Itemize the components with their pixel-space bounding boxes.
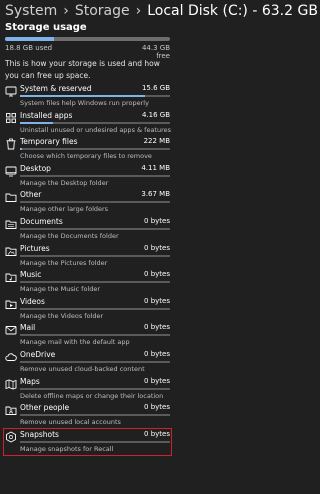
category-usage-bar (20, 387, 170, 390)
storage-category-system-reserved[interactable]: System & reserved 15.6 GB System files hel… (5, 84, 170, 110)
category-name: Videos (20, 296, 45, 306)
storage-category-onedrive[interactable]: OneDrive 0 bytes Remove unused cloud-backe… (5, 350, 170, 376)
category-description: Remove unused local accounts (20, 418, 121, 427)
category-usage-bar (20, 281, 170, 284)
storage-usage-bar (5, 37, 170, 41)
category-usage-bar (20, 254, 170, 257)
category-usage-bar (20, 307, 170, 310)
breadcrumb-current-drive: Local Disk (C:) - 63.2 GB (147, 3, 318, 19)
category-usage-bar (20, 361, 170, 363)
breadcrumb-system[interactable]: System (5, 3, 57, 19)
category-usage-bar (20, 121, 170, 124)
category-size: 3.67 MB (141, 190, 170, 199)
cloud-icon (5, 351, 17, 363)
category-name: Music (20, 270, 42, 280)
map-icon (5, 378, 17, 390)
category-name: OneDrive (20, 350, 56, 359)
category-name: Other (20, 190, 42, 200)
category-name: Installed apps (20, 110, 73, 120)
category-size: 0 bytes (144, 376, 170, 385)
category-description: Uninstall unused or undesired apps & fea… (20, 125, 172, 134)
snapshot-icon (5, 431, 17, 443)
category-size: 0 bytes (144, 296, 170, 305)
storage-category-other[interactable]: Other 3.67 MB Manage other large folders (5, 190, 170, 216)
category-size: 0 bytes (144, 243, 170, 252)
used-space-label: 18.8 GB used (5, 44, 53, 52)
mail-icon (5, 324, 17, 336)
chevron-right-icon: › (63, 3, 69, 19)
category-usage-bar (20, 414, 170, 417)
page-section-title: Storage usage (5, 22, 87, 33)
category-description: Remove unused cloud-backed content (20, 365, 145, 373)
category-usage-bar (20, 440, 170, 443)
category-usage-bar (20, 228, 170, 230)
category-size: 0 bytes (144, 270, 170, 279)
category-size: 15.6 GB (141, 84, 170, 92)
category-name: Desktop (20, 163, 51, 173)
category-name: Other people (20, 403, 70, 413)
monitor-icon (5, 85, 17, 97)
category-size: 0 bytes (144, 323, 170, 332)
category-name: Documents (20, 217, 63, 226)
category-name: Temporary files (20, 137, 78, 147)
storage-category-videos[interactable]: Videos 0 bytes Manage the Videos folder (5, 297, 170, 323)
trash-icon (5, 138, 17, 150)
storage-description: This is how your storage is used and how… (5, 59, 160, 80)
storage-category-mail[interactable]: Mail 0 bytes Manage mail with the default … (5, 323, 170, 349)
category-size: 4.11 MB (141, 163, 170, 172)
category-name: Maps (20, 376, 40, 386)
storage-category-desktop[interactable]: Desktop 4.11 MB Manage the Desktop folder (5, 164, 170, 190)
desktop-icon (5, 165, 17, 177)
category-usage-bar-fill (20, 95, 145, 97)
category-name: System & reserved (20, 84, 92, 93)
chevron-right-icon: › (135, 3, 142, 19)
people-icon (5, 404, 17, 416)
category-description: Delete offline maps or change their loca… (20, 391, 164, 400)
category-usage-bar (20, 174, 170, 177)
category-description: System files help Windows run properly (20, 99, 149, 107)
category-description: Choose which temporary files to remove (20, 152, 152, 161)
storage-category-temporary-files[interactable]: Temporary files 222 MB Choose which tempor… (5, 137, 170, 163)
documents-icon (5, 218, 17, 230)
category-usage-bar-fill (20, 148, 22, 151)
category-description: Manage the Music folder (20, 285, 101, 294)
storage-category-snapshots[interactable]: Snapshots 0 bytes Manage snapshots for Rec… (3, 427, 172, 456)
storage-category-maps[interactable]: Maps 0 bytes Delete offline maps or change… (5, 377, 170, 403)
category-usage-bar (20, 201, 170, 204)
storage-category-other-people[interactable]: Other people 0 bytes Remove unused local a… (5, 403, 170, 429)
category-usage-bar (20, 148, 170, 151)
pictures-icon (5, 245, 17, 257)
category-size: 0 bytes (144, 403, 170, 412)
category-usage-bar (20, 334, 170, 337)
category-name: Mail (20, 323, 36, 333)
storage-category-pictures[interactable]: Pictures 0 bytes Manage the Pictures folde… (5, 244, 170, 270)
category-description: Manage the Pictures folder (20, 258, 108, 267)
category-usage-bar-fill (20, 121, 53, 124)
category-name: Snapshots (20, 429, 59, 439)
music-icon (5, 271, 17, 283)
category-size: 0 bytes (144, 350, 170, 358)
category-description: Manage the Videos folder (20, 311, 104, 320)
category-description: Manage snapshots for Recall (20, 444, 114, 453)
storage-category-music[interactable]: Music 0 bytes Manage the Music folder (5, 270, 170, 296)
category-usage-bar (20, 95, 170, 97)
breadcrumb: System › Storage › Local Disk (C:) - 63.… (5, 2, 318, 20)
category-description: Manage the Desktop folder (20, 178, 109, 187)
breadcrumb-storage[interactable]: Storage (75, 3, 130, 19)
category-size: 222 MB (143, 137, 170, 146)
apps-grid-icon (5, 112, 17, 124)
category-description: Manage the Documents folder (20, 232, 119, 240)
category-name: Pictures (20, 243, 50, 253)
category-size: 0 bytes (144, 429, 170, 438)
videos-icon (5, 298, 17, 310)
category-description: Manage other large folders (20, 205, 109, 214)
storage-category-documents[interactable]: Documents 0 bytes Manage the Documents fol… (5, 217, 170, 243)
category-size: 0 bytes (144, 217, 170, 225)
folder-icon (5, 191, 17, 203)
storage-usage-bar-fill (5, 37, 54, 41)
category-description: Manage mail with the default app (20, 338, 130, 347)
storage-category-installed-apps[interactable]: Installed apps 4.16 GB Uninstall unused or… (5, 110, 172, 137)
category-size: 4.16 GB (141, 110, 170, 119)
